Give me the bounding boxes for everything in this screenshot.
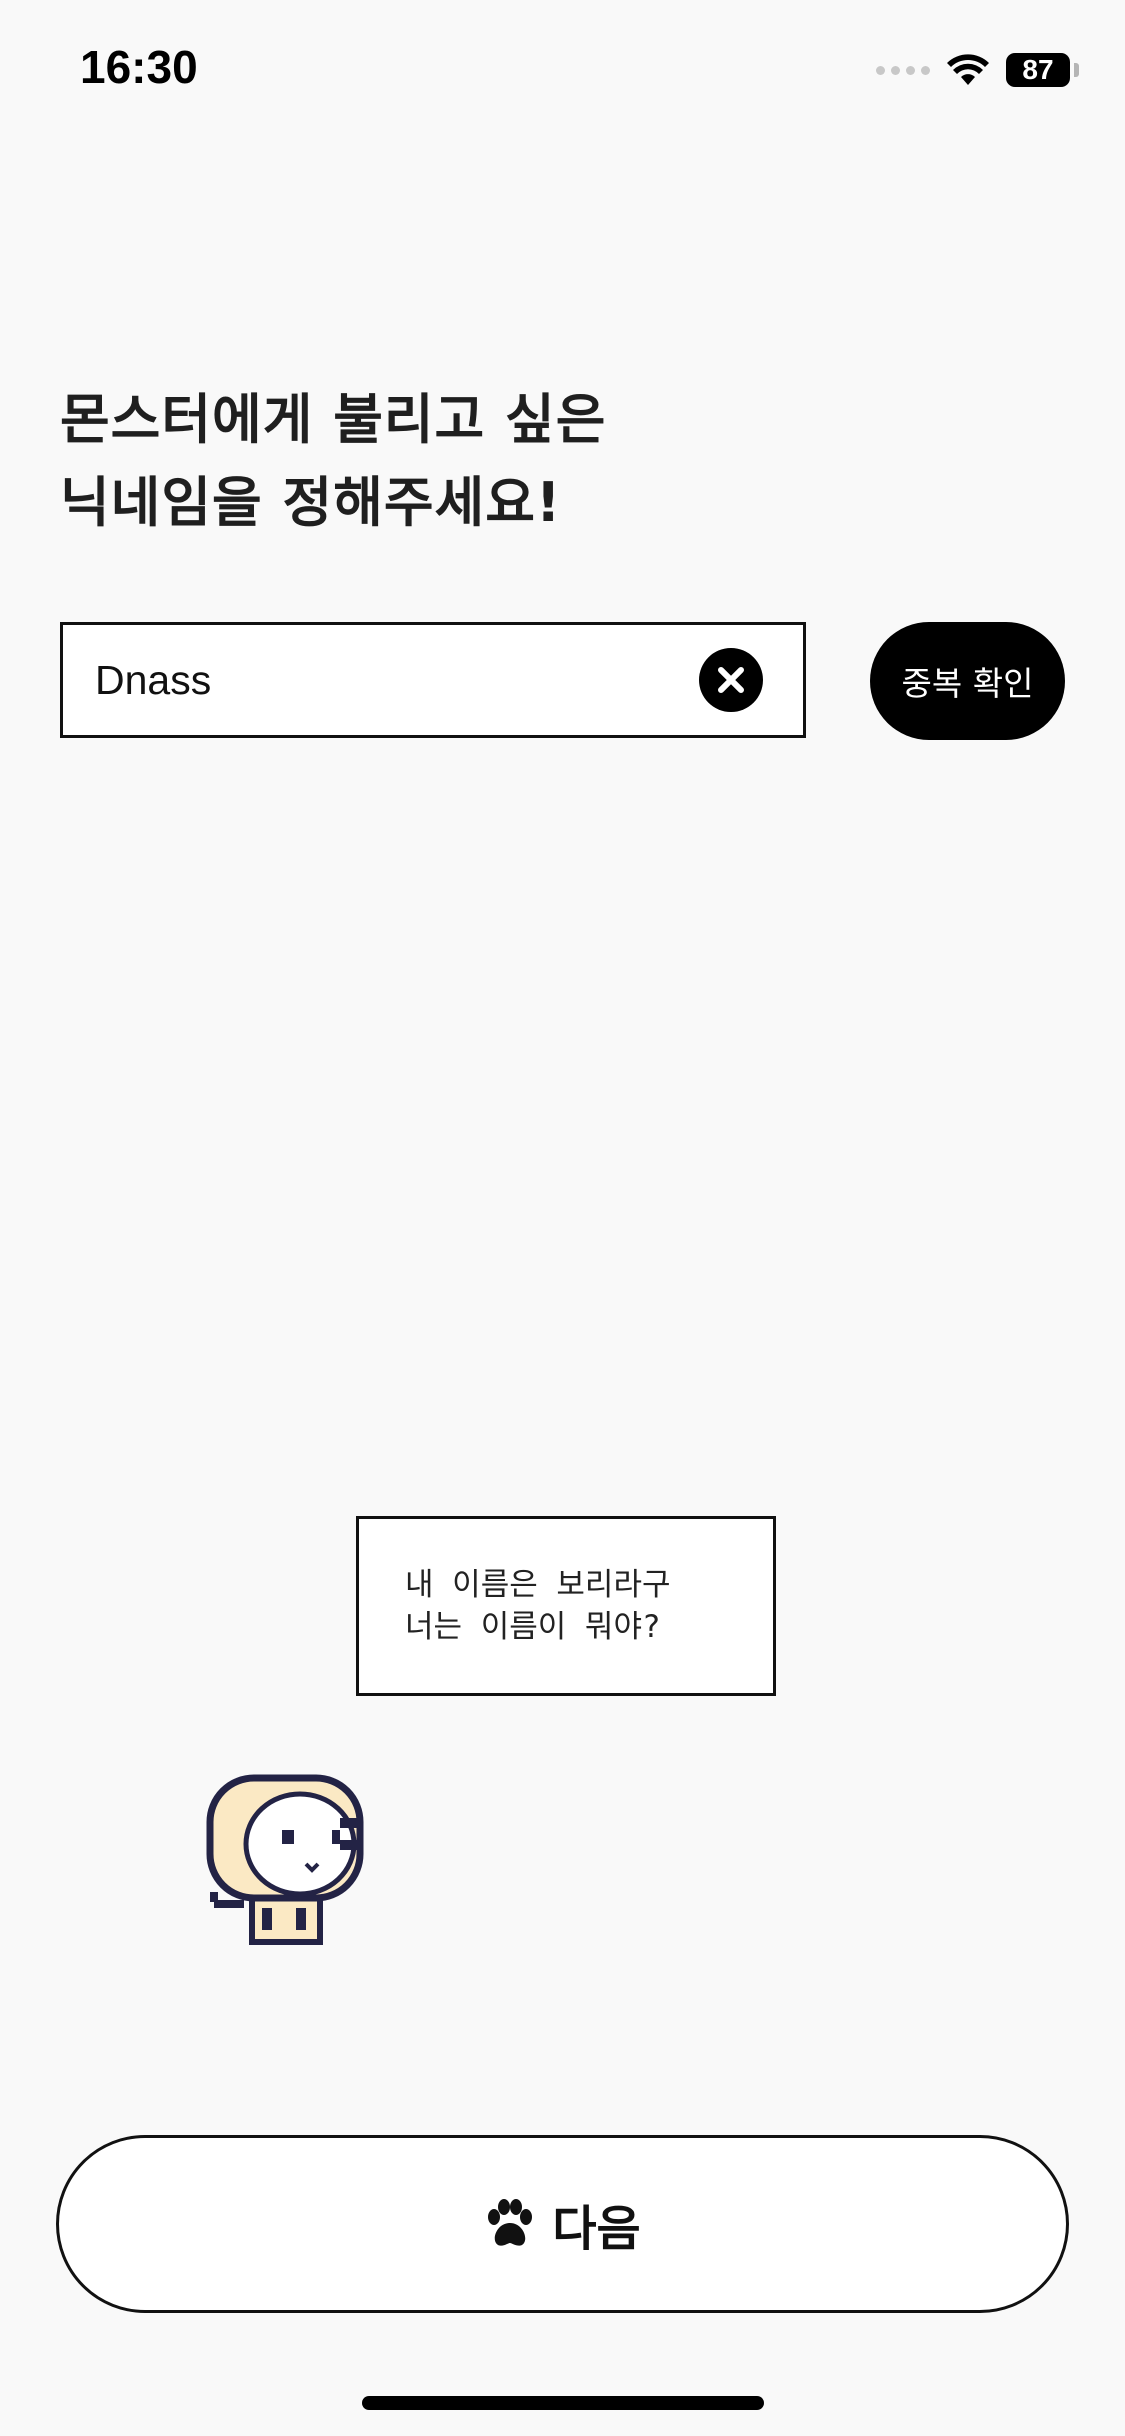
clear-x-glyph [718, 667, 744, 693]
next-button[interactable]: 다음 [56, 2135, 1069, 2313]
battery-cap [1074, 63, 1079, 77]
close-circle-icon[interactable] [699, 648, 763, 712]
signal-icon [876, 65, 930, 75]
wifi-icon [947, 54, 989, 85]
home-indicator[interactable] [362, 2396, 764, 2410]
speech-line-1: 내 이름은 보리라구 [405, 1567, 671, 1603]
nickname-value[interactable]: Dnass [95, 657, 699, 704]
speech-bubble: 내 이름은 보리라구 너는 이름이 뭐야? [356, 1516, 776, 1696]
page-title: 몬스터에게 불리고 싶은 닉네임을 정해주세요! [60, 378, 606, 544]
pixel-monster-icon [206, 1774, 364, 1945]
speech-line-2: 너는 이름이 뭐야? [405, 1609, 661, 1645]
nickname-screen: 16:30 87 몬스터에게 불리고 싶은 닉네임을 정해주세요! Dnass … [0, 0, 1125, 2436]
battery-icon: 87 [1006, 53, 1070, 87]
title-line-2: 닉네임을 정해주세요! [60, 471, 562, 534]
next-button-label: 다음 [552, 2201, 641, 2257]
battery-level: 87 [1022, 54, 1054, 85]
status-time: 16:30 [80, 41, 198, 93]
title-line-1: 몬스터에게 불리고 싶은 [60, 388, 607, 451]
status-icons: 87 [876, 48, 1079, 92]
duplicate-check-button[interactable]: 중복 확인 [870, 622, 1065, 740]
paw-icon [488, 2199, 533, 2246]
nickname-input[interactable]: Dnass [60, 622, 806, 738]
